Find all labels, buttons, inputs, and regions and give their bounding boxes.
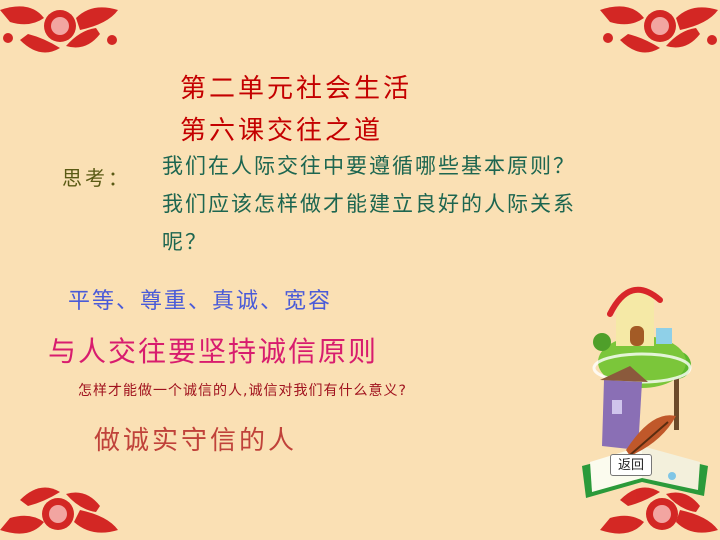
slide-title-line-1: 第二单元社会生活 [180,74,413,104]
house-book-clipart [582,286,708,498]
question-line-2: 我们应该怎样做才能建立良好的人际关系 [162,192,576,216]
integrity-answer-text: 做诚实守信的人 [94,426,298,456]
back-button[interactable]: 返回 [610,454,652,476]
question-line-3: 呢？ [162,230,208,254]
slide-title-line-2: 第六课交往之道 [180,116,384,146]
principles-text: 平等、尊重、真诚、宽容 [68,289,333,314]
paper-cut-flower-icon [0,6,118,53]
paper-cut-flower-icon [0,487,118,534]
question-line-1: 我们在人际交往中要遵循哪些基本原则？ [162,154,576,178]
integrity-question-text: 怎样才能做一个诚信的人,诚信对我们有什么意义? [78,383,407,399]
paper-cut-flower-icon [600,6,718,53]
think-label: 思考： [62,166,131,190]
integrity-principle-text: 与人交往要坚持诚信原则 [48,335,379,368]
